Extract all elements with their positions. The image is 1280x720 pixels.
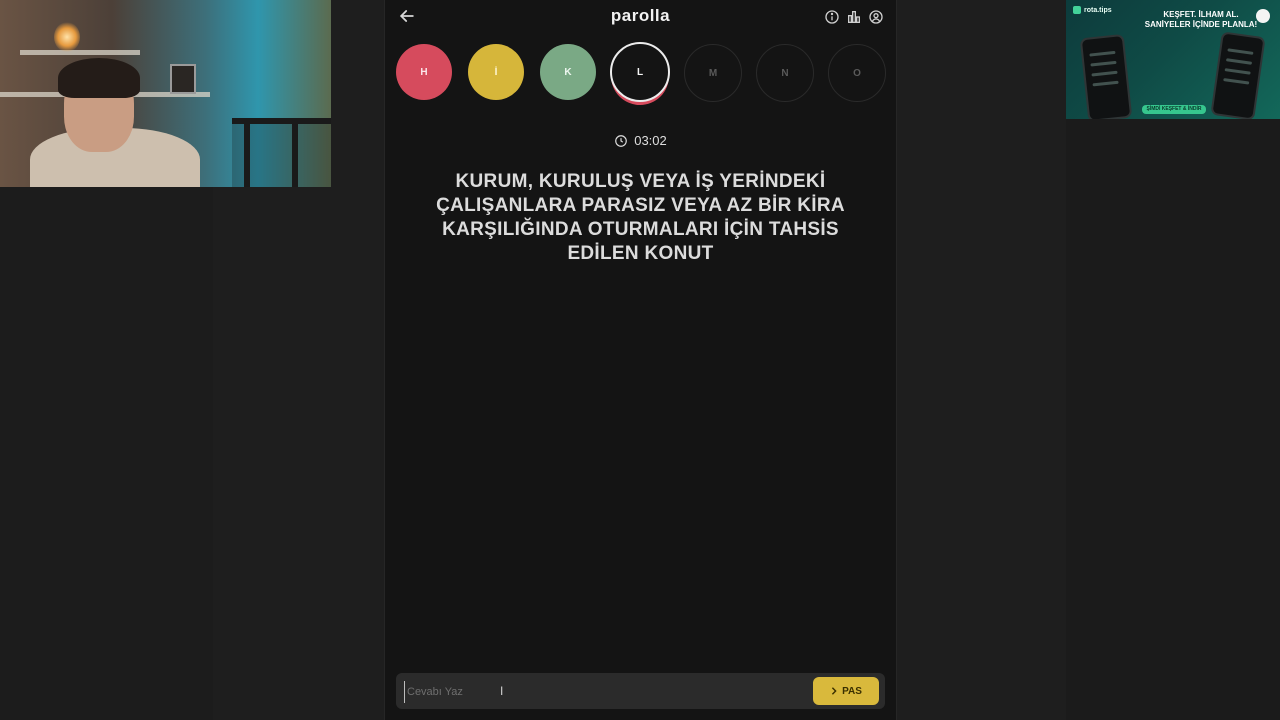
circle-icon [1256,9,1270,23]
letter-label: K [564,66,572,78]
brand-logo: parolla [610,6,671,25]
letter-label: H [420,66,428,78]
letter-circle[interactable]: M [684,44,742,102]
chevron-right-icon [831,687,837,695]
info-icon[interactable] [824,9,840,25]
answer-input[interactable] [404,681,804,703]
shelf [20,50,140,55]
bed-frame [232,118,331,187]
letter-circle[interactable]: K [540,44,596,100]
timer-value: 03:02 [634,133,667,148]
letter-circle[interactable]: N [756,44,814,102]
answer-bar: Ι PAS [396,673,885,709]
ad-banner[interactable]: rota.tips KEŞFET. İLHAM AL. SANİYELER İÇ… [1066,0,1280,119]
letter-circle[interactable]: O [828,44,886,102]
letter-label: L [636,66,644,78]
letter-circle[interactable]: İ [468,44,524,100]
person-hair [58,58,140,98]
pass-button[interactable]: PAS [813,677,879,705]
ad-cta-button[interactable]: ŞİMDİ KEŞFET & İNDİR [1142,105,1206,114]
ad-logo: rota.tips [1073,6,1112,14]
top-actions [824,9,884,25]
letter-label: M [708,67,718,79]
letter-label: O [853,67,861,79]
ad-logo-text: rota.tips [1084,6,1112,14]
bar-chart-icon[interactable] [846,9,862,25]
phone-image [1210,31,1266,119]
ad-title-line: KEŞFET. İLHAM AL. [1163,10,1239,19]
ad-title: KEŞFET. İLHAM AL. SANİYELER İÇİNDE PLANL… [1126,10,1276,30]
clock-icon [615,134,628,147]
timer: 03:02 [385,133,896,148]
phone-image [1079,33,1133,119]
question-text: KURUM, KURULUŞ VEYA İŞ YERİNDEKİ ÇALIŞAN… [436,171,845,264]
letter-label: İ [494,66,498,78]
picture-frame [170,64,196,94]
letter-circle-active[interactable]: L [610,42,670,102]
logo-mark-icon [1073,6,1081,14]
ad-title-line: SANİYELER İÇİNDE PLANLA! [1144,20,1258,29]
letter-track: H İ K L M N O [396,42,886,102]
user-circle-icon[interactable] [868,9,884,25]
letter-circle[interactable]: H [396,44,452,100]
webcam-overlay [0,0,331,187]
lamp [54,22,80,52]
top-bar: parolla [385,0,896,34]
game-panel: parolla H İ K L M N O 03:02 KURUM, KURUL… [384,0,897,720]
letter-label: N [781,67,789,79]
pass-label: PAS [842,685,862,697]
text-cursor-icon: Ι [500,684,504,698]
